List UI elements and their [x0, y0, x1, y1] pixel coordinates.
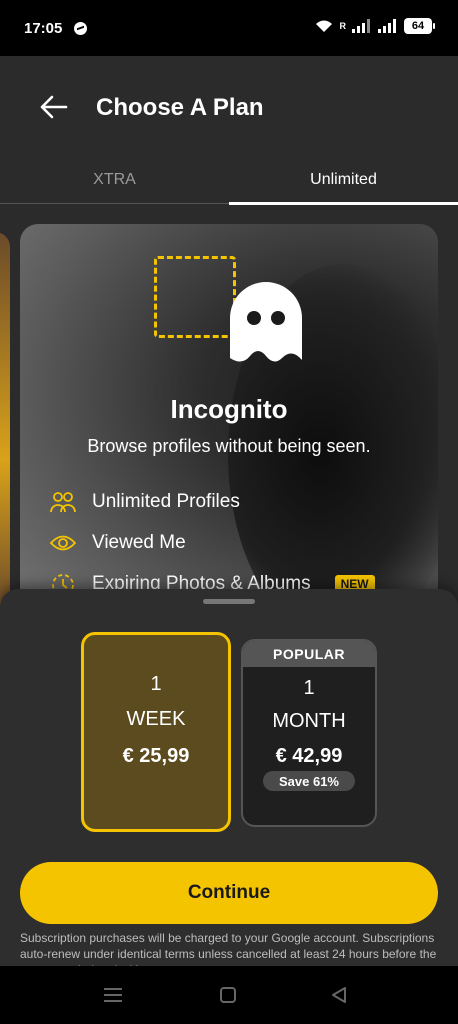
- eye-icon: [50, 534, 76, 552]
- roaming-icon: R: [339, 21, 347, 31]
- feature-item: Unlimited Profiles: [50, 490, 240, 514]
- option-1-month[interactable]: POPULAR 1 MONTH € 42,99 Save 61%: [241, 639, 377, 827]
- option-unit: WEEK: [126, 708, 186, 730]
- status-time: 17:05: [24, 20, 63, 37]
- signal-icon-2: [378, 19, 398, 33]
- header: Choose A Plan: [0, 56, 458, 156]
- option-price: € 42,99: [275, 745, 343, 767]
- page-title: Choose A Plan: [96, 94, 264, 121]
- tab-indicator: [229, 202, 458, 205]
- battery-icon: 64: [404, 18, 435, 34]
- wifi-icon: [314, 18, 334, 34]
- ghost-icon: [226, 278, 306, 364]
- save-badge: Save 61%: [263, 771, 355, 791]
- option-unit: MONTH: [272, 710, 346, 732]
- continue-button[interactable]: Continue: [20, 862, 438, 924]
- option-count: 1: [303, 677, 315, 699]
- people-icon: [50, 490, 76, 514]
- tab-unlimited[interactable]: Unlimited: [229, 156, 458, 204]
- plan-options-sheet: 1 WEEK € 25,99 POPULAR 1 MONTH € 42,99 S…: [0, 589, 458, 966]
- status-icons: R 64: [314, 18, 435, 34]
- back-triangle-icon[interactable]: [330, 986, 348, 1009]
- home-icon[interactable]: [220, 987, 236, 1003]
- subscription-disclaimer: Subscription purchases will be charged t…: [20, 931, 437, 966]
- recent-apps-icon[interactable]: [104, 988, 122, 1002]
- status-bar: 17:05 R 64: [0, 0, 458, 56]
- sheet-handle[interactable]: [203, 599, 255, 604]
- previous-plan-card[interactable]: [0, 232, 10, 612]
- option-1-week[interactable]: 1 WEEK € 25,99: [81, 632, 231, 832]
- signal-icon: [352, 19, 372, 33]
- messenger-icon: [74, 22, 87, 35]
- feature-item: Viewed Me: [50, 532, 186, 554]
- dashed-frame-icon: [154, 256, 236, 338]
- option-count: 1: [150, 673, 162, 695]
- tab-xtra[interactable]: XTRA: [0, 156, 229, 204]
- popular-banner: POPULAR: [243, 641, 375, 667]
- system-nav-bar: [0, 966, 458, 1024]
- app-screen: Choose A Plan XTRA Unlimited Incognito B…: [0, 56, 458, 966]
- plan-tabs: XTRA Unlimited: [0, 156, 458, 205]
- plan-card-incognito[interactable]: Incognito Browse profiles without being …: [20, 224, 438, 644]
- feature-label: Viewed Me: [92, 532, 186, 553]
- option-price: € 25,99: [122, 745, 190, 767]
- arrow-left-icon[interactable]: [38, 94, 70, 120]
- plan-card-subtitle: Browse profiles without being seen.: [87, 436, 371, 456]
- plan-card-title: Incognito: [170, 394, 288, 424]
- feature-label: Unlimited Profiles: [92, 491, 240, 512]
